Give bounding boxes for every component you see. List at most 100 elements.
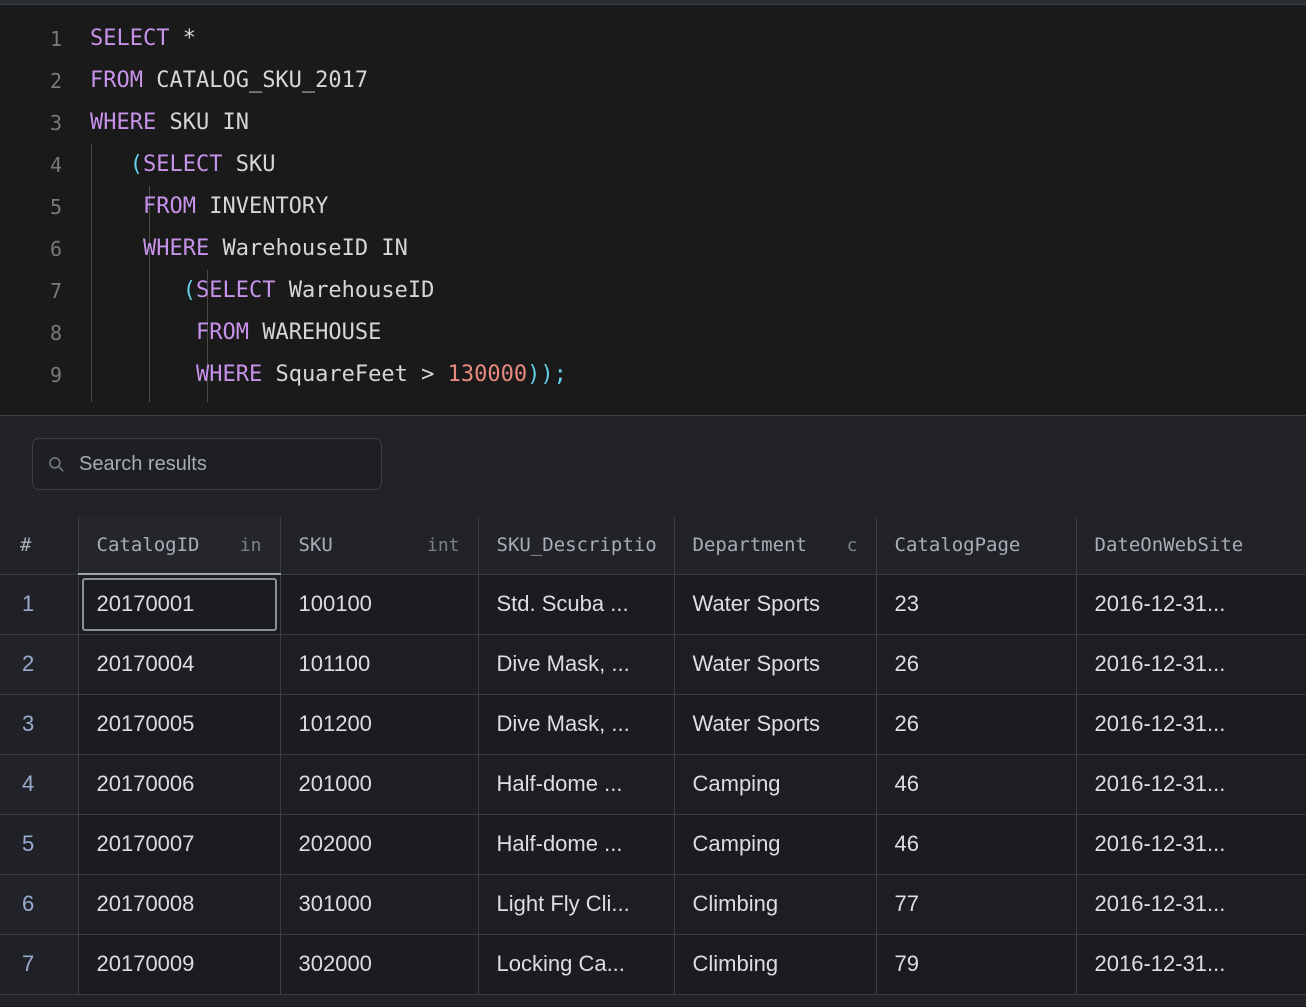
cell-catalogid[interactable]: 20170009 (78, 934, 280, 994)
code-token-id (90, 278, 183, 303)
cell-desc[interactable]: Half-dome ... (478, 754, 674, 814)
code-token-id (90, 362, 196, 387)
column-header-dept[interactable]: Departmentc (674, 517, 876, 574)
cell-desc[interactable]: Dive Mask, ... (478, 694, 674, 754)
code-line[interactable]: 4 (SELECT SKU (0, 144, 1306, 186)
results-toolbar (0, 416, 1306, 490)
table-row[interactable]: 520170007202000Half-dome ...Camping46201… (0, 814, 1306, 874)
cell-dept[interactable]: Camping (674, 814, 876, 874)
search-input[interactable] (77, 452, 367, 477)
row-number-cell: 3 (0, 694, 78, 754)
code-line[interactable]: 8 FROM WAREHOUSE (0, 312, 1306, 354)
table-row[interactable]: 720170009302000Locking Ca...Climbing7920… (0, 934, 1306, 994)
code-token-id: SKU (222, 152, 275, 177)
cell-page[interactable]: 46 (876, 814, 1076, 874)
cell-page[interactable]: 23 (876, 574, 1076, 634)
cell-page[interactable]: 79 (876, 934, 1076, 994)
column-type-label: int (427, 535, 460, 556)
cell-dept[interactable]: Climbing (674, 934, 876, 994)
cell-date[interactable]: 2016-12-31... (1076, 814, 1306, 874)
table-row[interactable]: 220170004101100Dive Mask, ...Water Sport… (0, 634, 1306, 694)
code-line[interactable]: 5 FROM INVENTORY (0, 186, 1306, 228)
cell-date[interactable]: 2016-12-31... (1076, 754, 1306, 814)
column-header-page[interactable]: CatalogPage (876, 517, 1076, 574)
row-number-cell: 1 (0, 574, 78, 634)
search-results-box[interactable] (32, 438, 382, 490)
cell-date[interactable]: 2016-12-31... (1076, 874, 1306, 934)
cell-selection-outline (82, 578, 277, 631)
code-line[interactable]: 6 WHERE WarehouseID IN (0, 228, 1306, 270)
code-token-id: WarehouseID (275, 278, 434, 303)
column-header-inner: Departmentc (693, 534, 858, 556)
code-text: (SELECT SKU (62, 144, 275, 186)
line-number: 1 (0, 18, 62, 60)
cell-sku[interactable]: 101100 (280, 634, 478, 694)
column-header-catalogid[interactable]: CatalogIDin (78, 517, 280, 574)
results-table-container[interactable]: #CatalogIDin SKUint SKU_Description Departm… (0, 517, 1306, 1007)
code-token-id (90, 236, 143, 261)
column-header-inner: SKU_Description (497, 534, 656, 556)
cell-date[interactable]: 2016-12-31... (1076, 694, 1306, 754)
code-token-kw: FROM (90, 68, 143, 93)
line-number: 7 (0, 270, 62, 312)
code-line[interactable]: 2FROM CATALOG_SKU_2017 (0, 60, 1306, 102)
cell-date[interactable]: 2016-12-31... (1076, 634, 1306, 694)
cell-page[interactable]: 26 (876, 634, 1076, 694)
cell-sku[interactable]: 201000 (280, 754, 478, 814)
cell-sku[interactable]: 301000 (280, 874, 478, 934)
cell-catalogid[interactable]: 20170008 (78, 874, 280, 934)
table-row[interactable]: 320170005101200Dive Mask, ...Water Sport… (0, 694, 1306, 754)
cell-dept[interactable]: Camping (674, 754, 876, 814)
cell-desc[interactable]: Light Fly Cli... (478, 874, 674, 934)
code-token-kw: FROM (143, 194, 196, 219)
cell-dept[interactable]: Water Sports (674, 574, 876, 634)
column-type-label: c (847, 535, 858, 556)
code-line[interactable]: 9 WHERE SquareFeet > 130000)); (0, 354, 1306, 396)
column-header-sku[interactable]: SKUint (280, 517, 478, 574)
code-token-id: CATALOG_SKU_2017 (143, 68, 368, 93)
cell-dept[interactable]: Water Sports (674, 634, 876, 694)
line-number: 3 (0, 102, 62, 144)
cell-catalogid[interactable]: 20170005 (78, 694, 280, 754)
sql-editor[interactable]: 1SELECT *2FROM CATALOG_SKU_20173 WHERE SK… (0, 6, 1306, 415)
cell-sku[interactable]: 100100 (280, 574, 478, 634)
cell-page[interactable]: 26 (876, 694, 1076, 754)
cell-sku[interactable]: 202000 (280, 814, 478, 874)
results-table: #CatalogIDin SKUint SKU_Description Departm… (0, 517, 1306, 995)
cell-date[interactable]: 2016-12-31... (1076, 574, 1306, 634)
selected-cell[interactable]: 20170001 (78, 574, 280, 634)
line-number: 4 (0, 144, 62, 186)
cell-sku[interactable]: 302000 (280, 934, 478, 994)
cell-page[interactable]: 77 (876, 874, 1076, 934)
cell-desc[interactable]: Std. Scuba ... (478, 574, 674, 634)
code-token-punc: ( (130, 152, 143, 177)
column-header-date[interactable]: DateOnWebSite (1076, 517, 1306, 574)
code-line[interactable]: 1SELECT * (0, 18, 1306, 60)
cell-desc[interactable]: Locking Ca... (478, 934, 674, 994)
table-row[interactable]: 620170008301000Light Fly Cli...Climbing7… (0, 874, 1306, 934)
line-number: 9 (0, 354, 62, 396)
code-line[interactable]: 7 (SELECT WarehouseID (0, 270, 1306, 312)
cell-catalogid[interactable]: 20170004 (78, 634, 280, 694)
table-row[interactable]: 120170001100100Std. Scuba ...Water Sport… (0, 574, 1306, 634)
cell-page[interactable]: 46 (876, 754, 1076, 814)
code-line[interactable]: 3WHERE SKU IN (0, 102, 1306, 144)
cell-sku[interactable]: 101200 (280, 694, 478, 754)
column-header-label: CatalogID (97, 534, 200, 556)
cell-desc[interactable]: Half-dome ... (478, 814, 674, 874)
cell-dept[interactable]: Water Sports (674, 694, 876, 754)
sql-code-area[interactable]: 1SELECT *2FROM CATALOG_SKU_20173 WHERE SK… (0, 18, 1306, 396)
cell-date[interactable]: 2016-12-31... (1076, 934, 1306, 994)
cell-dept[interactable]: Climbing (674, 874, 876, 934)
code-token-kw: WHERE (143, 236, 209, 261)
code-text: FROM CATALOG_SKU_2017 (62, 60, 368, 102)
column-header-rownum[interactable]: # (0, 517, 78, 574)
column-header-inner: SKUint (299, 534, 460, 556)
code-token-kw: WHERE (90, 110, 156, 135)
cell-catalogid[interactable]: 20170007 (78, 814, 280, 874)
cell-catalogid[interactable]: 20170006 (78, 754, 280, 814)
column-header-desc[interactable]: SKU_Description (478, 517, 674, 574)
results-table-head: #CatalogIDin SKUint SKU_Description Departm… (0, 517, 1306, 574)
table-row[interactable]: 420170006201000Half-dome ...Camping46201… (0, 754, 1306, 814)
cell-desc[interactable]: Dive Mask, ... (478, 634, 674, 694)
